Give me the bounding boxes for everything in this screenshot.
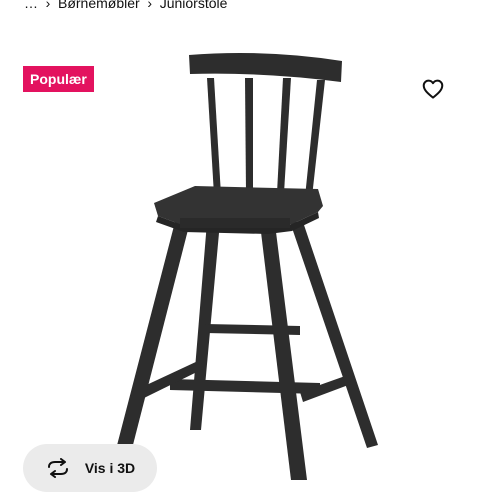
breadcrumb-item-more[interactable]: … [24, 0, 38, 11]
chair-spindle-1 [207, 78, 221, 195]
chair-spindle-2 [245, 78, 253, 193]
chair-top-rail [189, 53, 342, 82]
chevron-right-icon: › [45, 0, 51, 11]
breadcrumb-item-juniorstole[interactable]: Juniorstole [160, 0, 228, 11]
breadcrumb-item-boernemoebler[interactable]: Børnemøbler [58, 0, 140, 11]
chevron-right-icon: › [147, 0, 153, 11]
popular-badge: Populær [23, 66, 94, 92]
popular-badge-label: Populær [30, 71, 87, 87]
heart-outline-icon [422, 79, 444, 99]
chair-stretcher-front [170, 379, 320, 394]
chair-rear-leg-right [290, 222, 378, 448]
chair-front-leg-left [108, 222, 190, 480]
rotate-3d-icon [45, 458, 71, 478]
chair-spindle-4 [305, 80, 325, 197]
favorite-button[interactable] [418, 74, 448, 104]
breadcrumb: … › Børnemøbler › Juniorstole [24, 0, 227, 13]
chair-front-leg-right [260, 224, 307, 480]
view-in-3d-button[interactable]: Vis i 3D [23, 444, 157, 492]
chair-spindle-3 [277, 78, 291, 193]
view-in-3d-label: Vis i 3D [84, 460, 136, 476]
product-image-junior-chair [108, 53, 378, 480]
